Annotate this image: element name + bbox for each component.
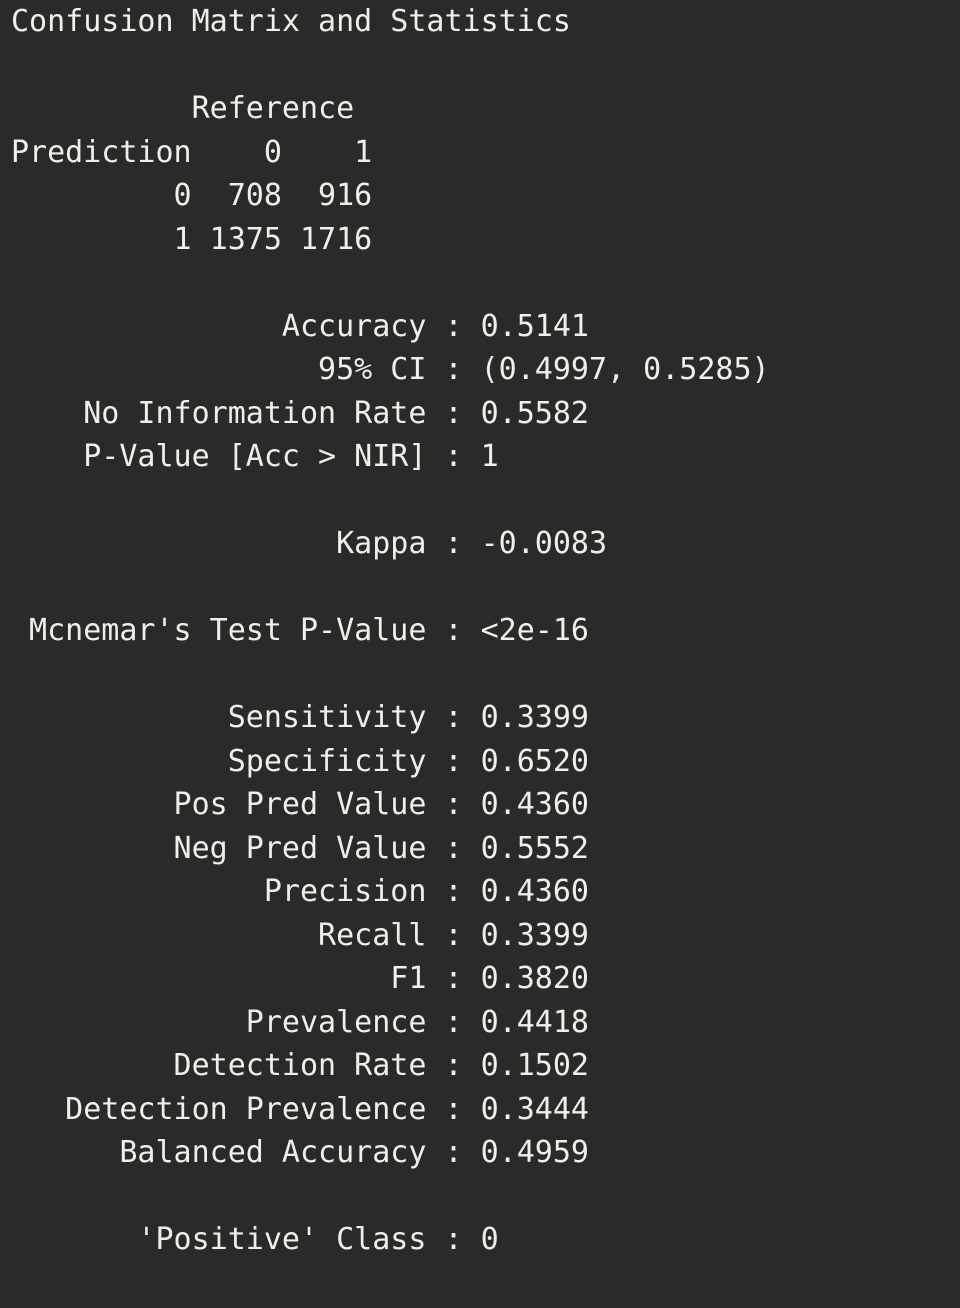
stat-neg-pred-value: Neg Pred Value : 0.5552 (11, 831, 589, 866)
stat-precision: Precision : 0.4360 (11, 874, 589, 909)
stat-prevalence: Prevalence : 0.4418 (11, 1005, 589, 1040)
stat-no-information-rate: No Information Rate : 0.5582 (11, 396, 589, 431)
stat-pos-pred-value: Pos Pred Value : 0.4360 (11, 787, 589, 822)
matrix-row-0: 0 708 916 (11, 178, 373, 213)
stat-95-ci: 95% CI : (0.4997, 0.5285) (11, 352, 770, 387)
stat-balanced-accuracy: Balanced Accuracy : 0.4959 (11, 1135, 589, 1170)
stat-mcnemar-p-value: Mcnemar's Test P-Value : <2e-16 (11, 613, 589, 648)
stat-specificity: Specificity : 0.6520 (11, 744, 589, 779)
stat-p-value: P-Value [Acc > NIR] : 1 (11, 439, 499, 474)
console-output[interactable]: Confusion Matrix and Statistics Referenc… (0, 0, 960, 1308)
stat-accuracy: Accuracy : 0.5141 (11, 309, 589, 344)
stat-sensitivity: Sensitivity : 0.3399 (11, 700, 589, 735)
matrix-row-1: 1 1375 1716 (11, 222, 373, 257)
output-title: Confusion Matrix and Statistics (11, 4, 571, 39)
stat-positive-class: 'Positive' Class : 0 (11, 1222, 499, 1257)
stat-f1: F1 : 0.3820 (11, 961, 589, 996)
matrix-reference-header: Reference (11, 91, 355, 126)
matrix-prediction-header: Prediction 0 1 (11, 135, 373, 170)
stat-detection-prevalence: Detection Prevalence : 0.3444 (11, 1092, 589, 1127)
stat-kappa: Kappa : -0.0083 (11, 526, 608, 561)
stat-detection-rate: Detection Rate : 0.1502 (11, 1048, 589, 1083)
stat-recall: Recall : 0.3399 (11, 918, 589, 953)
